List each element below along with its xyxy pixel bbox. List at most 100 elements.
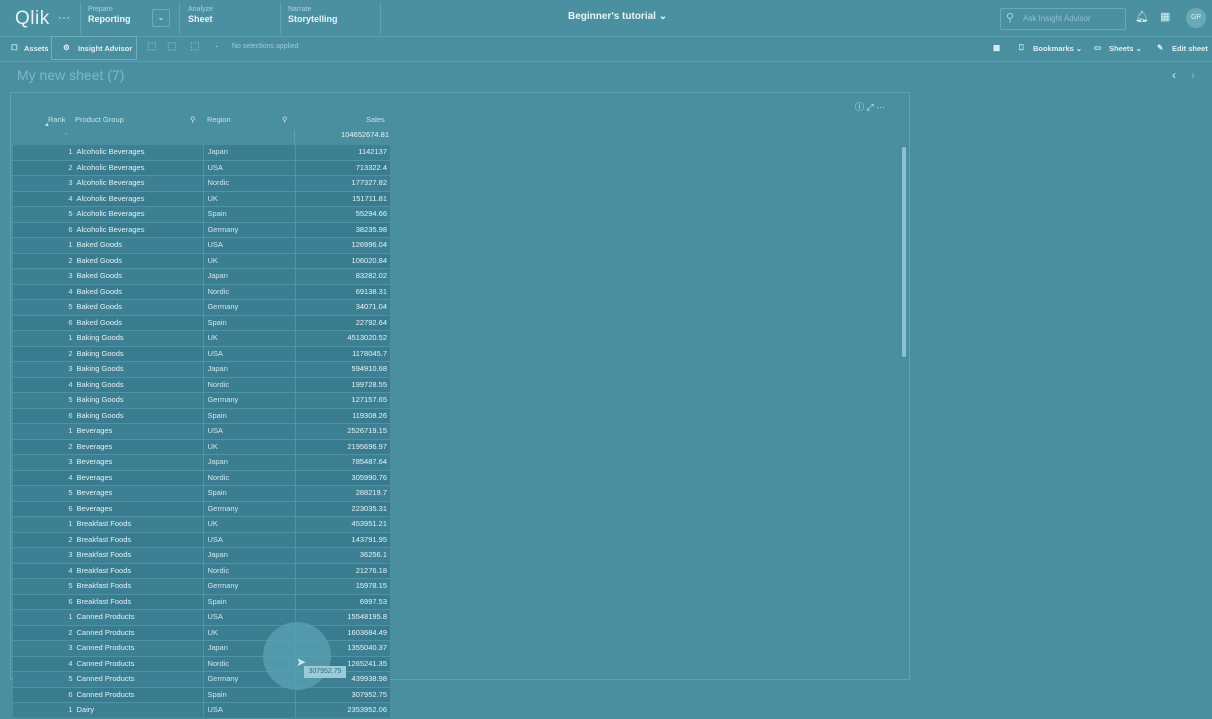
info-icon[interactable]: ⓘ: [855, 102, 864, 112]
expand-icon[interactable]: ⤢: [867, 102, 874, 112]
product-group-cell[interactable]: Beverages: [74, 470, 204, 485]
table-row[interactable]: 6 Alcoholic Beverages Germany 38235.98: [13, 222, 390, 238]
table-row[interactable]: 6 Canned Products Spain 307952.75: [13, 687, 390, 703]
rank-cell[interactable]: 3: [13, 548, 75, 563]
table-row[interactable]: 3 Beverages Japan 785487.64: [13, 455, 390, 471]
table-row[interactable]: 2 Alcoholic Beverages USA 713322.4: [13, 160, 390, 176]
table-row[interactable]: 4 Baking Goods Nordic 199728.55: [13, 377, 390, 393]
region-cell[interactable]: Germany: [203, 300, 295, 315]
bell-icon[interactable]: 🔔︎: [1135, 10, 1149, 23]
region-cell[interactable]: Spain: [203, 486, 295, 501]
rank-cell[interactable]: 4: [13, 191, 75, 206]
sales-cell[interactable]: 83282.02: [294, 269, 390, 284]
region-cell[interactable]: Japan: [203, 548, 295, 563]
sales-cell[interactable]: 594910.68: [294, 362, 390, 377]
sheets-button[interactable]: Sheets ⌄: [1109, 44, 1142, 53]
search-icon[interactable]: ⚲: [190, 115, 196, 124]
sales-cell[interactable]: 305990.76: [294, 470, 390, 485]
nav-tab-prepare[interactable]: Prepare Reporting: [88, 4, 131, 32]
rank-cell[interactable]: 5: [13, 207, 75, 222]
sales-cell[interactable]: 21276.18: [294, 563, 390, 578]
app-title[interactable]: Beginner's tutorial ⌄: [568, 11, 667, 22]
rank-cell[interactable]: 2: [13, 346, 75, 361]
sales-cell[interactable]: 713322.4: [294, 160, 390, 175]
table-row[interactable]: 5 Baking Goods Germany 127157.65: [13, 393, 390, 409]
rank-cell[interactable]: 5: [13, 486, 75, 501]
bookmarks-button[interactable]: Bookmarks ⌄: [1033, 44, 1082, 53]
product-group-cell[interactable]: Alcoholic Beverages: [74, 176, 204, 191]
insight-advisor-button[interactable]: Insight Advisor: [78, 44, 132, 53]
rank-cell[interactable]: 2: [13, 625, 75, 640]
nav-tab-narrate[interactable]: Narrate Storytelling: [288, 4, 338, 32]
table-row[interactable]: 5 Alcoholic Beverages Spain 55294.66: [13, 207, 390, 223]
region-cell[interactable]: Germany: [203, 393, 295, 408]
region-cell[interactable]: Japan: [203, 145, 295, 160]
product-group-cell[interactable]: Beverages: [74, 486, 204, 501]
product-group-cell[interactable]: Breakfast Foods: [74, 532, 204, 547]
product-group-cell[interactable]: Alcoholic Beverages: [74, 191, 204, 206]
header-product-group[interactable]: Product Group: [75, 115, 124, 124]
vertical-scrollbar[interactable]: [902, 147, 906, 357]
table-row[interactable]: 2 Beverages UK 2195696.97: [13, 439, 390, 455]
region-cell[interactable]: USA: [203, 703, 295, 718]
product-group-cell[interactable]: Baking Goods: [74, 362, 204, 377]
step-back-icon[interactable]: ·: [215, 41, 218, 52]
product-group-cell[interactable]: Breakfast Foods: [74, 517, 204, 532]
region-cell[interactable]: Spain: [203, 408, 295, 423]
region-cell[interactable]: USA: [203, 346, 295, 361]
selections-tool-icon[interactable]: ⬚: [147, 41, 156, 52]
rank-cell[interactable]: 6: [13, 315, 75, 330]
rank-cell[interactable]: 1: [13, 145, 75, 160]
sales-cell[interactable]: 453951.21: [294, 517, 390, 532]
sales-cell[interactable]: 151711.81: [294, 191, 390, 206]
product-group-cell[interactable]: Canned Products: [74, 641, 204, 656]
table-row[interactable]: 2 Baking Goods USA 1178045.7: [13, 346, 390, 362]
product-group-cell[interactable]: Breakfast Foods: [74, 563, 204, 578]
region-cell[interactable]: Spain: [203, 207, 295, 222]
region-cell[interactable]: USA: [203, 532, 295, 547]
region-cell[interactable]: Japan: [203, 362, 295, 377]
sales-cell[interactable]: 199728.55: [294, 377, 390, 392]
table-row[interactable]: 1 Baking Goods UK 4513020.52: [13, 331, 390, 347]
sales-cell[interactable]: 38235.98: [294, 222, 390, 237]
rank-cell[interactable]: 1: [13, 610, 75, 625]
product-group-cell[interactable]: Breakfast Foods: [74, 594, 204, 609]
rank-cell[interactable]: 4: [13, 563, 75, 578]
product-group-cell[interactable]: Baking Goods: [74, 331, 204, 346]
product-group-cell[interactable]: Baking Goods: [74, 408, 204, 423]
table-row[interactable]: 4 Beverages Nordic 305990.76: [13, 470, 390, 486]
product-group-cell[interactable]: Alcoholic Beverages: [74, 207, 204, 222]
more-menu-icon[interactable]: ···: [58, 10, 70, 24]
product-group-cell[interactable]: Canned Products: [74, 656, 204, 671]
assets-button[interactable]: Assets: [24, 44, 49, 53]
table-row[interactable]: 1 Beverages USA 2526719.15: [13, 424, 390, 440]
region-cell[interactable]: Germany: [203, 579, 295, 594]
product-group-cell[interactable]: Breakfast Foods: [74, 548, 204, 563]
rank-cell[interactable]: 5: [13, 579, 75, 594]
avatar[interactable]: GP: [1186, 8, 1206, 28]
product-group-cell[interactable]: Baking Goods: [74, 377, 204, 392]
sales-cell[interactable]: 288219.7: [294, 486, 390, 501]
region-cell[interactable]: Nordic: [203, 377, 295, 392]
header-rank[interactable]: Rank: [48, 115, 66, 124]
region-cell[interactable]: Spain: [203, 315, 295, 330]
rank-cell[interactable]: 6: [13, 501, 75, 516]
rank-cell[interactable]: 1: [13, 238, 75, 253]
table-row[interactable]: 3 Canned Products Japan 1355040.37: [13, 641, 390, 657]
sales-cell[interactable]: 36256.1: [294, 548, 390, 563]
previous-sheet-icon[interactable]: ‹: [1172, 68, 1176, 82]
region-cell[interactable]: UK: [203, 517, 295, 532]
qlik-logo[interactable]: Qlik: [15, 8, 50, 30]
rank-cell[interactable]: 4: [13, 377, 75, 392]
rank-cell[interactable]: 2: [13, 253, 75, 268]
table-row[interactable]: 1 Dairy USA 2353952.06: [13, 703, 390, 719]
rank-cell[interactable]: 1: [13, 424, 75, 439]
rank-cell[interactable]: 1: [13, 703, 75, 718]
product-group-cell[interactable]: Beverages: [74, 424, 204, 439]
table-row[interactable]: 6 Beverages Germany 223035.31: [13, 501, 390, 517]
product-group-cell[interactable]: Alcoholic Beverages: [74, 160, 204, 175]
region-cell[interactable]: Japan: [203, 455, 295, 470]
product-group-cell[interactable]: Baked Goods: [74, 238, 204, 253]
apps-grid-icon[interactable]: ▦: [1160, 10, 1170, 23]
sales-cell[interactable]: 143791.95: [294, 532, 390, 547]
